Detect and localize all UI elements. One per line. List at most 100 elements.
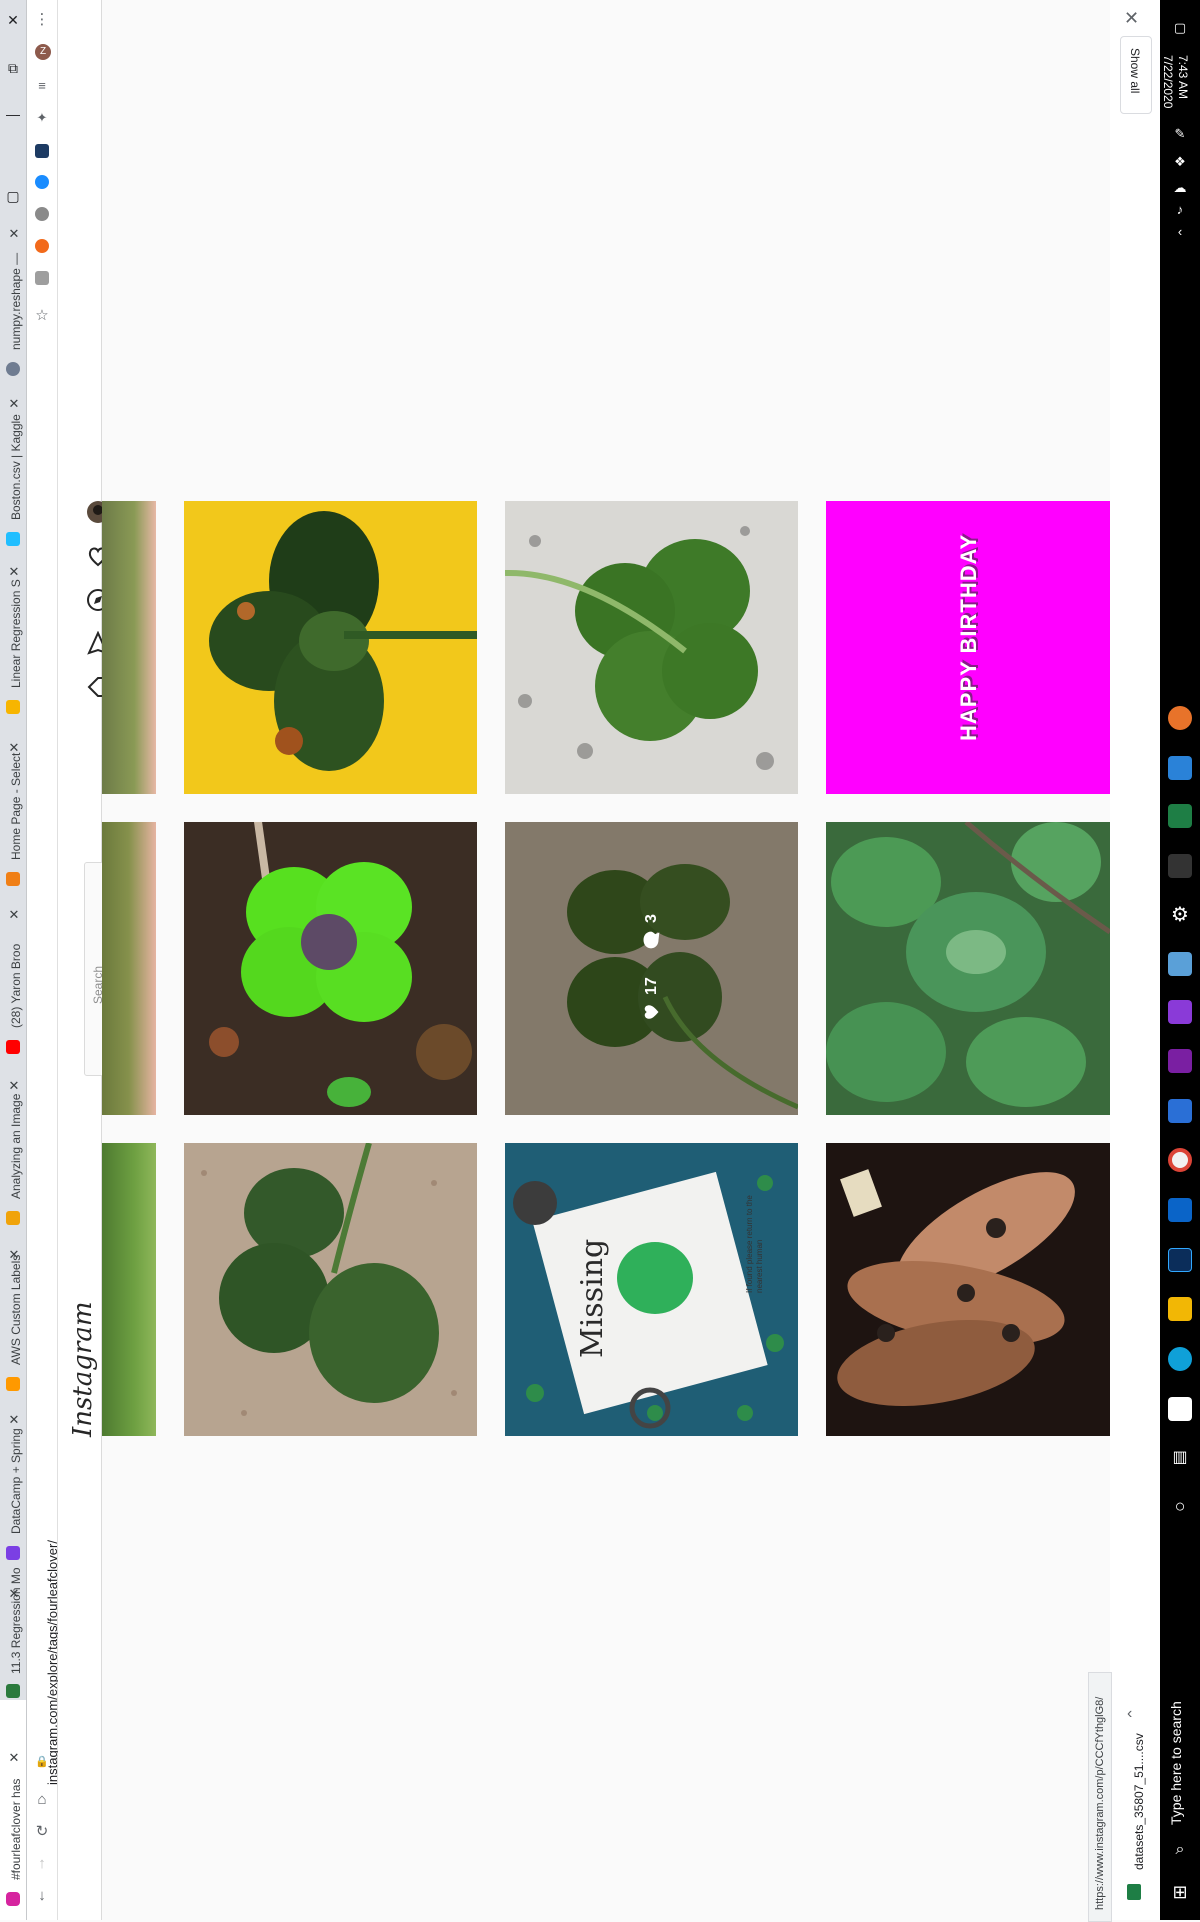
clover-photo [826, 822, 1110, 1107]
tab-title: numpy.reshape — [9, 252, 23, 350]
app-store-icon[interactable] [1168, 1397, 1192, 1421]
comments-count: 3 [643, 914, 660, 923]
forward-arrow-icon[interactable]: ↑ [32, 1854, 52, 1874]
home-icon[interactable]: ⌂ [32, 1790, 52, 1810]
close-tab-icon[interactable]: ✕ [8, 1079, 20, 1092]
close-tab-icon[interactable]: ✕ [8, 1587, 20, 1600]
task-view-icon[interactable]: ▥ [1168, 1446, 1192, 1470]
tab-favicon-icon [6, 362, 20, 376]
settings-gear-icon[interactable]: ⚙ [1168, 903, 1192, 927]
profile-avatar[interactable]: Z [35, 44, 51, 60]
post-thumbnail-partial[interactable] [102, 501, 156, 794]
app-outlook-icon[interactable] [1168, 1198, 1192, 1222]
close-tab-icon[interactable]: ✕ [8, 227, 20, 240]
clover-photo [184, 822, 477, 1115]
tab-favicon-icon [6, 1546, 20, 1560]
tab-strip: ✕ ⧉ — ▢ #fourleafclover has ✕ 11.3 Regre… [0, 0, 27, 1920]
close-tab-icon[interactable]: ✕ [8, 741, 20, 754]
close-tab-icon[interactable]: ✕ [8, 1248, 20, 1261]
volume-icon[interactable]: ♪ [1170, 200, 1190, 220]
extension-icon[interactable] [35, 271, 49, 285]
chevron-down-icon[interactable]: ‹ [1127, 1705, 1132, 1723]
app-photoshop-icon[interactable] [1168, 1248, 1192, 1272]
taskbar-search-input[interactable]: Type here to search [1168, 1701, 1184, 1825]
close-window-icon[interactable]: ✕ [5, 12, 21, 28]
reload-icon[interactable]: ↻ [32, 1822, 52, 1842]
close-tab-icon[interactable]: ✕ [8, 1751, 20, 1764]
back-arrow-icon[interactable]: ↓ [32, 1886, 52, 1906]
post-thumbnail[interactable]: HAPPY BIRTHDAY [826, 501, 1110, 794]
close-downloads-icon[interactable]: ✕ [1124, 8, 1139, 29]
app-brackets-icon[interactable] [1168, 706, 1192, 730]
clock[interactable]: 7:43 AM 7/22/2020 [1160, 55, 1190, 108]
birthday-text: HAPPY BIRTHDAY [956, 533, 981, 741]
tab-youtube[interactable]: (28) Yaron Broo ✕ [0, 906, 26, 1056]
close-tab-icon[interactable]: ✕ [8, 397, 20, 410]
tab-aws[interactable]: AWS Custom Labels ✕ [0, 1243, 26, 1393]
app-file-explorer-icon[interactable] [1168, 1297, 1192, 1321]
tab-analyzing-image[interactable]: Analyzing an Image ✕ [0, 1077, 26, 1227]
cortana-icon[interactable]: ○ [1168, 1494, 1192, 1518]
post-thumbnail-hovered[interactable]: 17 3 [505, 822, 798, 1115]
app-terminal-icon[interactable] [1168, 854, 1192, 878]
post-thumbnail[interactable]: Missing If found please return to the ne… [505, 1143, 798, 1436]
clover-photo [201, 1143, 457, 1416]
instagram-logo[interactable]: Instagram [68, 1301, 98, 1437]
clover-photo [505, 526, 774, 770]
post-thumbnail[interactable] [184, 822, 477, 1115]
post-thumbnail[interactable] [184, 1143, 477, 1436]
post-thumbnail[interactable] [505, 501, 798, 794]
windows-start-icon[interactable]: ⊞ [1168, 1880, 1192, 1904]
app-chrome-icon[interactable] [1168, 1148, 1192, 1172]
extension-icon[interactable] [35, 175, 49, 189]
post-thumbnail-partial[interactable] [102, 1143, 156, 1436]
tab-title: #fourleafclover has [9, 1778, 23, 1880]
restore-window-icon[interactable]: ⧉ [5, 60, 21, 76]
status-url: https://www.instagram.com/p/CCCfYthglG8/ [1094, 1696, 1106, 1910]
tab-kaggle[interactable]: Boston.csv | Kaggle ✕ [0, 397, 26, 548]
tab-favicon-icon [6, 1684, 20, 1698]
minimize-window-icon[interactable]: — [5, 106, 21, 122]
tab-title: Linear Regression S [9, 579, 23, 688]
poster-note: If found please return to the nearest hu… [745, 1195, 764, 1293]
close-tab-icon[interactable]: ✕ [8, 1413, 20, 1426]
bookmark-star-icon[interactable]: ☆ [32, 306, 52, 326]
app-edge-icon[interactable] [1168, 1347, 1192, 1371]
tab-fourleafclover[interactable]: #fourleafclover has ✕ [0, 1700, 26, 1920]
extension-icon[interactable] [35, 144, 49, 158]
pen-icon[interactable]: ✎ [1170, 124, 1190, 144]
extensions-icon[interactable]: ✦ [32, 108, 52, 128]
tab-favicon-icon [6, 872, 20, 886]
tab-search-icon[interactable]: ▢ [5, 188, 21, 204]
app-cube-icon[interactable] [1168, 952, 1192, 976]
search-icon[interactable]: ⌕ [1170, 1840, 1190, 1860]
extension-icon[interactable] [35, 239, 49, 253]
menu-icon[interactable]: ⋮ [32, 10, 52, 30]
close-tab-icon[interactable]: ✕ [8, 908, 20, 921]
app-paint-icon[interactable] [1168, 756, 1192, 780]
tab-title: AWS Custom Labels [9, 1254, 23, 1365]
post-thumbnail[interactable] [184, 501, 477, 794]
cloud-icon[interactable]: ☁ [1170, 178, 1190, 198]
download-file-name[interactable]: datasets_35807_51....csv [1132, 1733, 1146, 1870]
tab-favicon-icon [6, 1377, 20, 1391]
dropbox-icon[interactable]: ❖ [1170, 152, 1190, 172]
tab-numpy[interactable]: numpy.reshape — ✕ [0, 227, 26, 378]
tab-title: Home Page - Select [9, 752, 23, 860]
clover-photo [209, 511, 477, 771]
post-thumbnail[interactable] [826, 1143, 1110, 1436]
close-tab-icon[interactable]: ✕ [8, 565, 20, 578]
extension-icon[interactable] [35, 207, 49, 221]
chevron-up-icon[interactable]: ‹ [1170, 222, 1190, 242]
app-vpn-icon[interactable] [1168, 1099, 1192, 1123]
tab-home-page[interactable]: Home Page - Select ✕ [0, 738, 26, 888]
app-excel-icon[interactable] [1168, 804, 1192, 828]
tab-datacamp[interactable]: DataCamp + Spring ✕ [0, 1412, 26, 1560]
reading-list-icon[interactable]: ≡ [32, 76, 52, 96]
post-thumbnail-partial[interactable] [102, 822, 156, 1115]
app-onenote-icon[interactable] [1168, 1049, 1192, 1073]
tab-linear-regression[interactable]: Linear Regression S ✕ [0, 565, 26, 716]
post-thumbnail[interactable] [826, 822, 1110, 1115]
app-visual-studio-icon[interactable] [1168, 1000, 1192, 1024]
notification-icon[interactable]: ▢ [1170, 18, 1190, 38]
